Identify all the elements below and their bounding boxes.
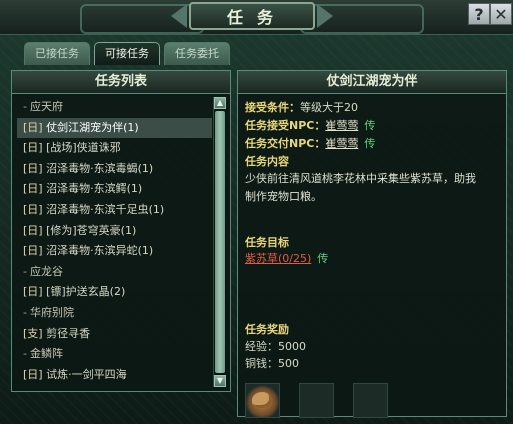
scroll-thumb[interactable] (215, 111, 225, 373)
quest-list-item[interactable]: [日] 仗剑江湖宠为伴(1) (17, 117, 212, 139)
submit-npc-link[interactable]: 崔莺莺 (325, 137, 358, 150)
quest-content-label: 任务内容 (245, 155, 289, 168)
scroll-up-arrow-icon[interactable]: ▲ (214, 97, 226, 109)
quest-type-tag: [支] (23, 326, 43, 340)
quest-list-item[interactable]: [日] 试炼·一剑平四海 (17, 365, 212, 386)
tab-available-quests[interactable]: 可接任务 (94, 42, 160, 65)
quest-goal-label: 任务目标 (245, 236, 289, 249)
accept-condition-value: 等级大于20 (300, 101, 358, 114)
game-window: 任务 ? ✕ 已接任务 可接任务 任务委托 任务列表 - 应天府 [日] 仗剑江湖宠… (0, 0, 513, 424)
quest-name: [修为]苍穹英豪(1) (46, 223, 137, 237)
reward-exp-value: 5000 (278, 340, 306, 353)
submit-npc-teleport-button[interactable]: 传 (364, 137, 375, 150)
quest-detail-panel: 仗剑江湖宠为伴 接受条件：等级大于20 任务接受NPC：崔莺莺传 任务交付NPC… (237, 70, 507, 417)
reward-item-slot-2[interactable] (299, 383, 334, 418)
quest-goal-row: 紫苏草(0/25) 传 (245, 250, 328, 266)
quest-name: 试炼·一剑平四海 (46, 367, 127, 381)
quest-group-header[interactable]: - 应龙谷 (17, 262, 212, 283)
close-button[interactable]: ✕ (490, 3, 512, 25)
quest-detail-title: 仗剑江湖宠为伴 (238, 71, 506, 94)
submit-npc-row: 任务交付NPC：崔莺莺传 (245, 135, 375, 151)
quest-group-label: 应天府 (29, 100, 63, 113)
quest-group-label: 应龙谷 (29, 264, 63, 278)
quest-list-title: 任务列表 (12, 71, 230, 94)
goal-progress-count: (0/25) (278, 252, 312, 265)
quest-list-scrollbar[interactable]: ▲ ▼ (213, 97, 226, 387)
quest-group-header[interactable]: - 华府别院 (17, 303, 212, 324)
quest-name: [战场]侠道诛邪 (46, 141, 121, 155)
pet-food-icon (252, 392, 272, 408)
accept-npc-label: 任务接受NPC： (245, 119, 326, 132)
tab-accepted-quests[interactable]: 已接任务 (24, 42, 90, 65)
reward-coin-row: 铜钱：500 (245, 355, 299, 371)
quest-name: 剪径寻香 (46, 326, 91, 340)
quest-content-text: 少侠前往清风道桃李花林中采集些紫苏草，助我制作宠物口粮。 (245, 172, 476, 203)
quest-name: 沼泽毒物·东滨毒蝎(1) (46, 161, 154, 175)
quest-list-item[interactable]: [日] 沼泽毒物·东滨异蛇(1) (17, 241, 212, 262)
quest-type-tag: [日] (23, 182, 43, 196)
collapse-icon[interactable]: - (23, 100, 27, 113)
submit-npc-label: 任务交付NPC： (245, 137, 326, 150)
quest-list: - 应天府 [日] 仗剑江湖宠为伴(1) [日] [战场]侠道诛邪 [日] 沼泽毒物·东… (17, 97, 212, 387)
quest-list-panel: 任务列表 - 应天府 [日] 仗剑江湖宠为伴(1) [日] [战场]侠道诛邪 [日] 沼… (11, 70, 231, 392)
goal-teleport-button[interactable]: 传 (317, 252, 328, 265)
reward-coin-value: 500 (278, 357, 299, 370)
reward-exp-row: 经验：5000 (245, 338, 306, 354)
reward-coin-label: 铜钱： (245, 357, 278, 370)
window-titlebar: 任务 ? ✕ (0, 0, 513, 35)
quest-name: [镖]护送玄晶(2) (46, 285, 126, 299)
quest-type-tag: [日] (23, 223, 43, 237)
quest-name: 沼泽毒物·东滨鳄(1) (46, 182, 143, 196)
reward-exp-label: 经验： (245, 340, 278, 353)
accept-condition-row: 接受条件：等级大于20 (245, 99, 358, 115)
collapse-icon[interactable]: - (23, 265, 27, 278)
reward-item-slot-1[interactable] (245, 383, 280, 418)
quest-type-tag: [日] (23, 367, 43, 381)
quest-type-tag: [日] (23, 141, 43, 155)
goal-item-link[interactable]: 紫苏草 (245, 252, 278, 265)
tab-quest-delegation[interactable]: 任务委托 (164, 42, 230, 65)
quest-group-label: 金鳞阵 (29, 347, 63, 361)
window-title: 任务 (189, 2, 315, 30)
quest-type-tag: [日] (23, 285, 43, 299)
help-button[interactable]: ? (468, 3, 490, 25)
title-arrow-right-icon (317, 4, 333, 28)
accept-npc-link[interactable]: 崔莺莺 (325, 119, 358, 132)
quest-group-label: 华府别院 (29, 305, 74, 319)
collapse-icon[interactable]: - (23, 306, 27, 319)
quest-list-item[interactable]: [日] [战场]侠道诛邪 (17, 138, 212, 159)
quest-type-tag: [日] (23, 202, 43, 216)
quest-list-item[interactable]: [支] 剪径寻香 (17, 324, 212, 345)
reward-item-slot-3[interactable] (353, 383, 388, 418)
quest-type-tag: [日] (23, 244, 43, 258)
quest-group-header[interactable]: - 应天府 (17, 97, 212, 118)
title-arrow-left-icon (171, 4, 187, 28)
accept-condition-label: 接受条件： (245, 101, 300, 114)
quest-type-tag: [日] (23, 120, 43, 134)
quest-list-item[interactable]: [日] 沼泽毒物·东滨鳄(1) (17, 179, 212, 200)
quest-type-tag: [日] (23, 161, 43, 175)
quest-name: 沼泽毒物·东滨异蛇(1) (46, 244, 154, 258)
scroll-down-arrow-icon[interactable]: ▼ (214, 375, 226, 387)
quest-list-item[interactable]: [日] [镖]护送玄晶(2) (17, 282, 212, 303)
quest-name: 仗剑江湖宠为伴(1) (46, 120, 139, 134)
quest-name: 沼泽毒物·东滨千足虫(1) (46, 202, 165, 216)
accept-npc-teleport-button[interactable]: 传 (364, 119, 375, 132)
quest-list-item[interactable]: [日] [修为]苍穹英豪(1) (17, 221, 212, 242)
quest-list-item[interactable]: [日] 沼泽毒物·东滨毒蝎(1) (17, 159, 212, 180)
quest-reward-label: 任务奖励 (245, 323, 289, 336)
quest-group-header[interactable]: - 金鳞阵 (17, 344, 212, 365)
accept-npc-row: 任务接受NPC：崔莺莺传 (245, 117, 375, 133)
collapse-icon[interactable]: - (23, 347, 27, 360)
quest-list-item[interactable]: [日] 沼泽毒物·东滨千足虫(1) (17, 200, 212, 221)
tab-bar: 已接任务 可接任务 任务委托 (24, 42, 230, 65)
